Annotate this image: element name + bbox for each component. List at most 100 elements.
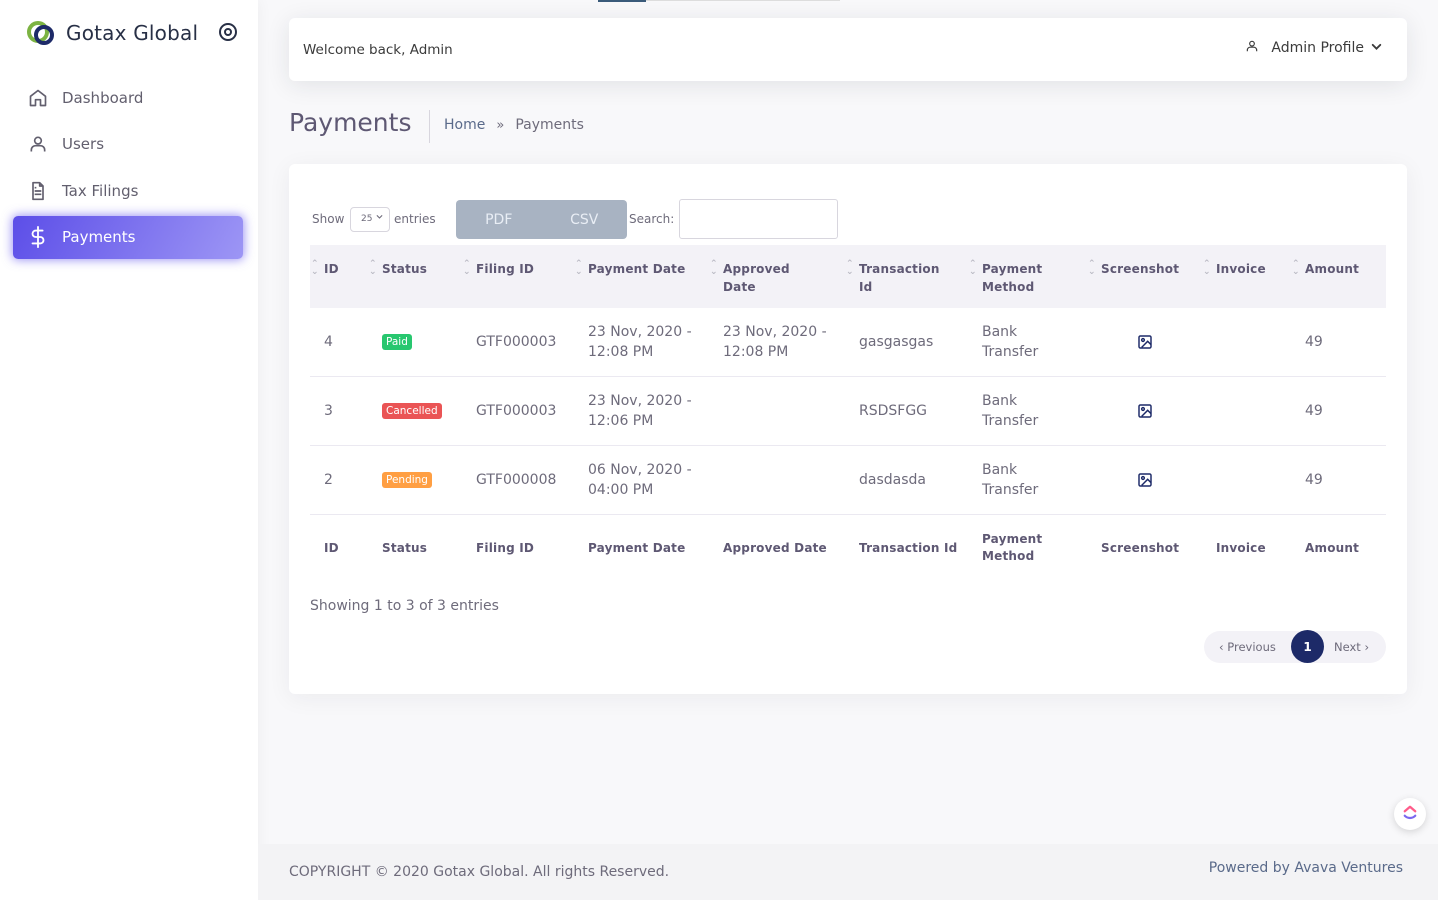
column-header-payment-date[interactable]: ⌃ ⌄ Payment Date: [575, 260, 685, 278]
breadcrumb-home-link[interactable]: Home: [444, 117, 485, 133]
sort-icon: ⌃ ⌄: [311, 259, 319, 277]
sort-icon: ⌃ ⌄: [846, 259, 854, 277]
image-icon[interactable]: [1137, 334, 1153, 350]
column-header-payment-method[interactable]: ⌃ ⌄ Payment Method: [969, 260, 1042, 296]
pdf-export-button[interactable]: PDF: [456, 200, 542, 239]
column-header-id[interactable]: ⌃ ⌄ ID: [311, 260, 339, 278]
column-header-screenshot[interactable]: ⌃ ⌄ Screenshot: [1088, 260, 1179, 278]
cell-amount: 49: [1305, 403, 1323, 419]
sidebar-toggle-icon[interactable]: [219, 23, 237, 41]
top-accent-line: [646, 0, 840, 1]
copyright-text: COPYRIGHT © 2020 Gotax Global. All right…: [289, 864, 670, 880]
cell-filing-id: GTF000003: [476, 334, 557, 350]
column-header-amount[interactable]: ⌃ ⌄ Amount: [1292, 260, 1359, 278]
page-footer: COPYRIGHT © 2020 Gotax Global. All right…: [258, 844, 1438, 900]
cell-transaction-id: dasdasda: [859, 472, 926, 488]
next-page-button[interactable]: Next ›: [1334, 640, 1369, 654]
table-row: 4 Paid GTF000003 23 Nov, 2020 -12:08 PM …: [310, 308, 1386, 377]
breadcrumb-separator: »: [496, 117, 505, 133]
column-header-filing-id[interactable]: ⌃ ⌄ Filing ID: [463, 260, 534, 278]
payments-card: Show 25 entries PDF CSV Search: ⌃ ⌄ ID ⌃ ⌄…: [289, 164, 1407, 694]
breadcrumb-divider: [429, 110, 430, 143]
sidebar-item-tax-filings[interactable]: Tax Filings: [13, 169, 243, 212]
table-row: 3 Cancelled GTF000003 23 Nov, 2020 -12:0…: [310, 377, 1386, 446]
pagination: ‹ Previous 1 Next ›: [1204, 630, 1386, 663]
entries-label: entries: [394, 212, 436, 226]
footer-column-amount: Amount: [1305, 541, 1360, 555]
sort-icon: ⌃ ⌄: [1203, 259, 1211, 277]
cell-amount: 49: [1305, 334, 1323, 350]
sort-icon: ⌃ ⌄: [369, 259, 377, 277]
sidebar-nav: Dashboard Users Tax Filings Payments: [13, 76, 243, 262]
page-title: Payments: [289, 108, 412, 137]
user-icon: [27, 133, 49, 155]
previous-page-button[interactable]: ‹ Previous: [1219, 640, 1276, 654]
sidebar-item-label: Payments: [62, 228, 136, 246]
cell-payment-method: Bank Transfer: [982, 393, 1039, 429]
image-icon[interactable]: [1137, 403, 1153, 419]
sort-icon: ⌃ ⌄: [969, 259, 977, 277]
sort-icon: ⌃ ⌄: [710, 259, 718, 277]
cell-payment-date: 23 Nov, 2020 -12:08 PM: [588, 324, 692, 360]
sidebar-item-dashboard[interactable]: Dashboard: [13, 76, 243, 119]
cell-filing-id: GTF000008: [476, 472, 557, 488]
brand-logo-icon: [26, 18, 56, 48]
sidebar: Gotax Global Dashboard Users Tax Filings: [0, 0, 258, 900]
powered-by-link[interactable]: Powered by Avava Ventures: [1209, 860, 1403, 876]
status-badge: Pending: [382, 472, 432, 488]
column-header-transaction-id[interactable]: ⌃ ⌄ Transaction Id: [846, 260, 940, 296]
cell-filing-id: GTF000003: [476, 403, 557, 419]
search-input[interactable]: [679, 199, 838, 239]
home-icon: [27, 87, 49, 109]
cell-payment-date: 06 Nov, 2020 -04:00 PM: [588, 462, 692, 498]
clickup-logo-icon: [1401, 803, 1419, 825]
cell-id: 4: [324, 334, 333, 350]
footer-column-transaction-id: Transaction Id: [859, 541, 958, 555]
sort-icon: ⌃ ⌄: [463, 259, 471, 277]
chevron-down-icon: [375, 212, 384, 224]
brand[interactable]: Gotax Global: [26, 18, 198, 48]
clickup-widget-button[interactable]: [1394, 798, 1426, 830]
sort-icon: ⌃ ⌄: [1292, 259, 1300, 277]
cell-id: 2: [324, 472, 333, 488]
footer-column-filing-id: Filing ID: [476, 541, 535, 555]
show-label: Show: [312, 212, 345, 226]
entries-select[interactable]: 25: [350, 207, 390, 232]
sidebar-item-payments[interactable]: Payments: [13, 215, 243, 259]
table-info: Showing 1 to 3 of 3 entries: [310, 598, 499, 614]
footer-column-approved-date: Approved Date: [723, 541, 827, 555]
footer-column-status: Status: [382, 541, 428, 555]
sort-icon: ⌃ ⌄: [575, 259, 583, 277]
table-controls: Show 25 entries PDF CSV Search:: [312, 199, 852, 240]
sidebar-item-label: Tax Filings: [62, 181, 139, 200]
footer-column-payment-method: Payment Method: [982, 532, 1043, 563]
page-1-button[interactable]: 1: [1291, 630, 1324, 663]
admin-profile-dropdown[interactable]: Admin Profile: [1245, 39, 1383, 57]
search-label: Search:: [629, 212, 675, 226]
column-header-invoice[interactable]: ⌃ ⌄ Invoice: [1203, 260, 1266, 278]
cell-approved-date: 23 Nov, 2020 -12:08 PM: [723, 324, 827, 360]
status-badge: Cancelled: [382, 403, 442, 419]
dollar-icon: [27, 226, 49, 248]
column-header-approved-date[interactable]: ⌃ ⌄ Approved Date: [710, 260, 790, 296]
profile-label: Admin Profile: [1271, 40, 1364, 56]
document-icon: [27, 180, 49, 202]
cell-payment-method: Bank Transfer: [982, 324, 1039, 360]
sidebar-item-label: Users: [62, 135, 105, 153]
cell-transaction-id: gasgasgas: [859, 334, 934, 350]
cell-payment-method: Bank Transfer: [982, 462, 1039, 498]
image-icon[interactable]: [1137, 472, 1153, 488]
sidebar-item-users[interactable]: Users: [13, 123, 243, 166]
chevron-down-icon: [1370, 40, 1383, 57]
user-icon: [1245, 39, 1259, 57]
status-badge: Paid: [382, 334, 412, 350]
export-button-group: PDF CSV: [456, 200, 627, 239]
footer-column-invoice: Invoice: [1216, 541, 1266, 555]
payments-table: ⌃ ⌄ ID ⌃ ⌄ Status ⌃ ⌄ Filing ID ⌃ ⌄ Payment …: [310, 245, 1386, 581]
breadcrumb-current: Payments: [515, 117, 584, 133]
footer-column-id: ID: [324, 541, 339, 555]
top-accent-bar: [598, 0, 646, 2]
top-navbar: Welcome back, Admin Admin Profile: [289, 18, 1407, 81]
csv-export-button[interactable]: CSV: [542, 200, 628, 239]
column-header-status[interactable]: ⌃ ⌄ Status: [369, 260, 427, 278]
